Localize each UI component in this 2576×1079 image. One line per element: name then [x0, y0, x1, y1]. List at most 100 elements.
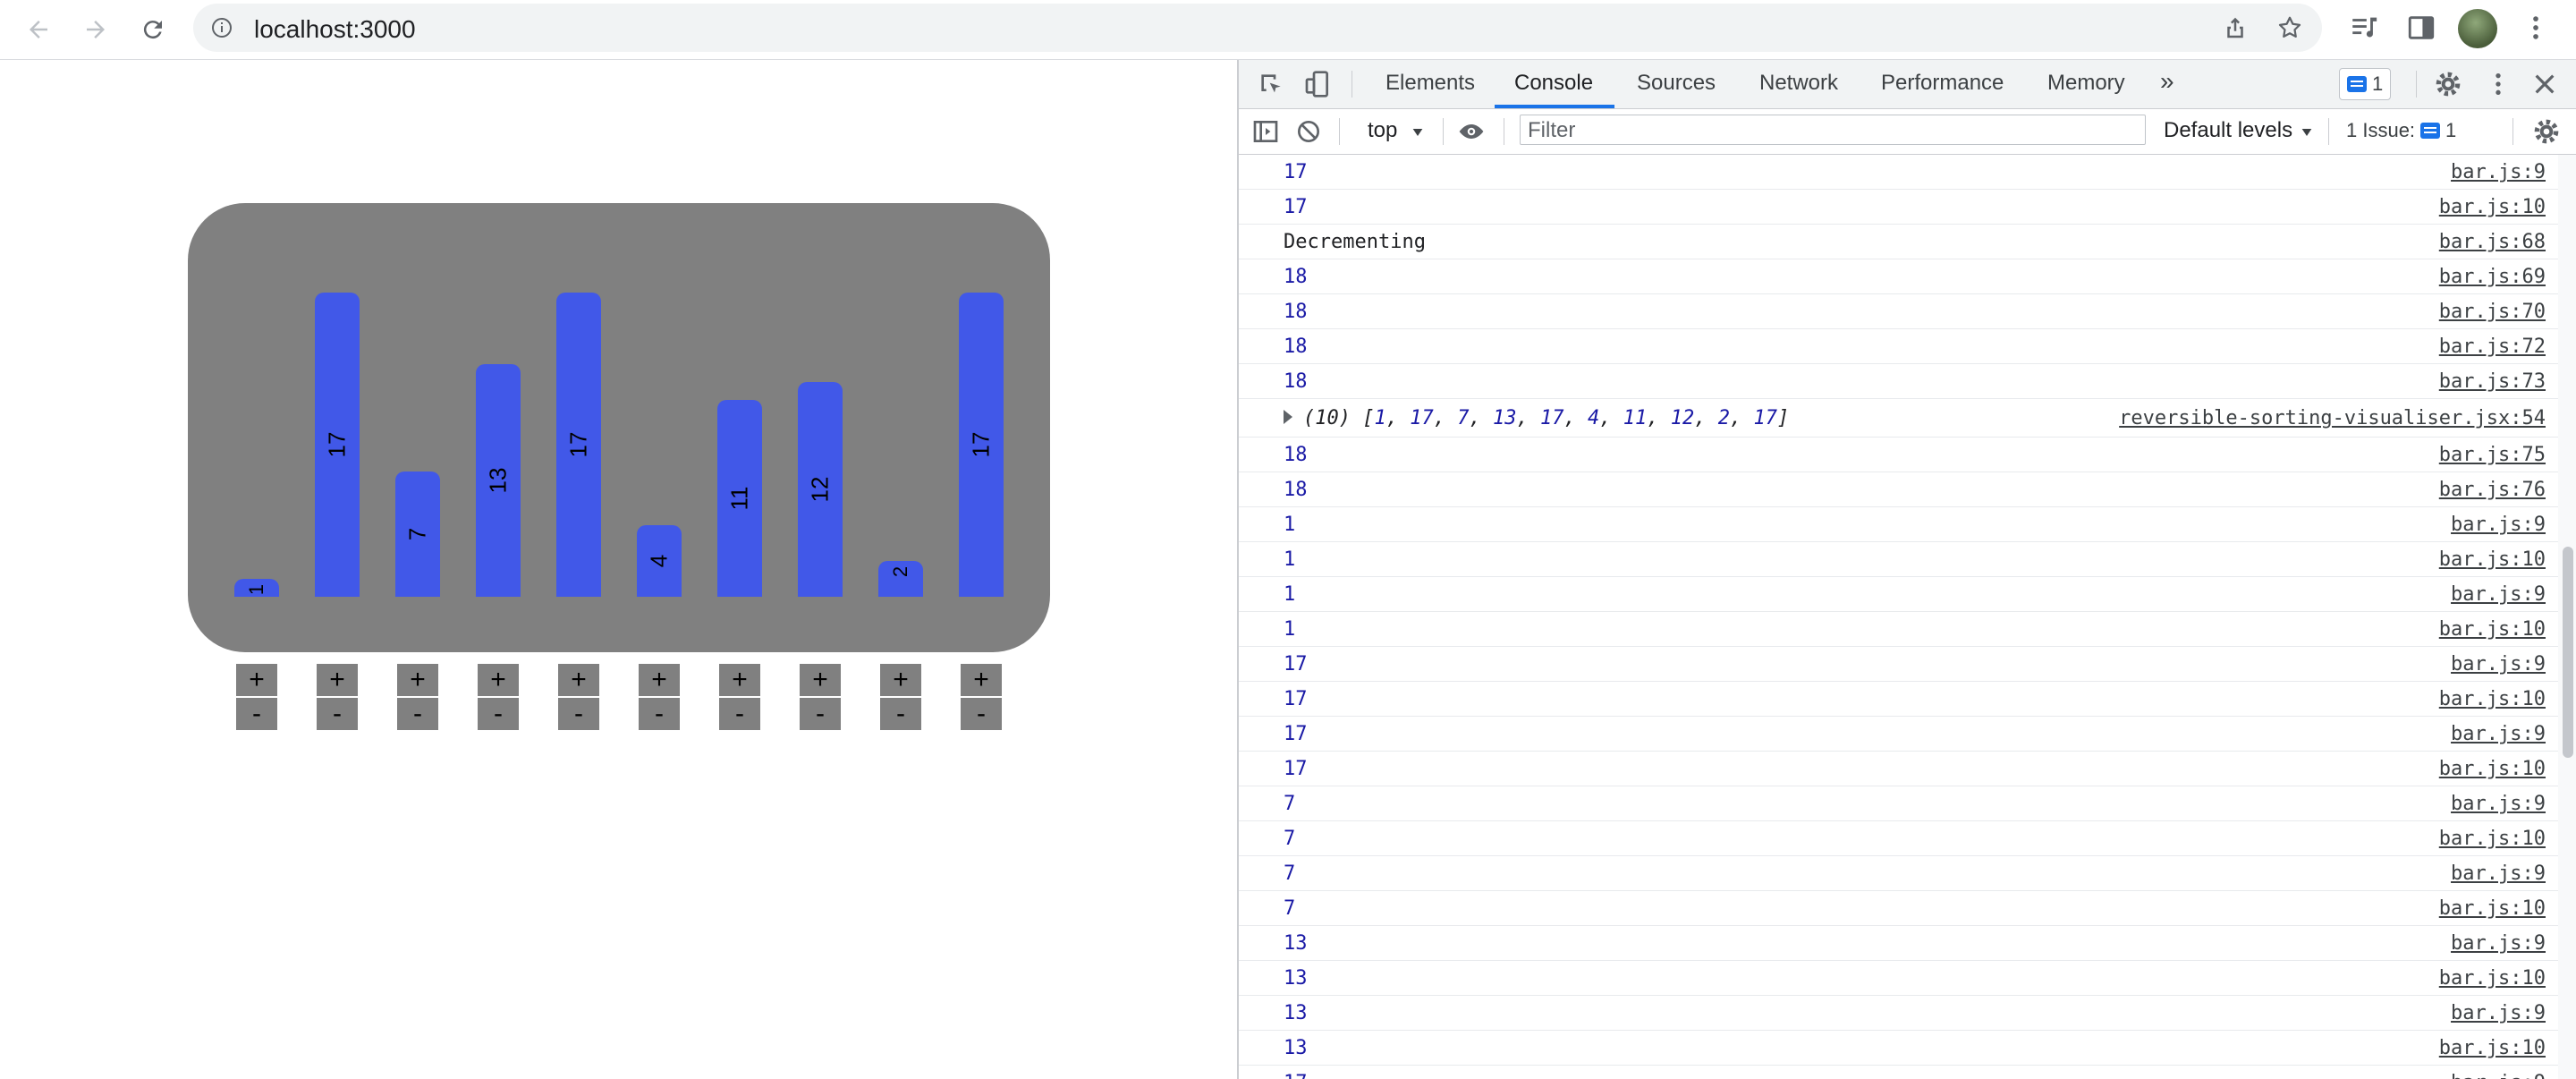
kebab-menu-icon[interactable]	[2521, 13, 2551, 43]
bar: 7	[395, 472, 440, 597]
chevron-down-icon[interactable]	[2300, 125, 2314, 140]
decrement-button[interactable]: -	[639, 698, 680, 730]
console-row: 17 bar.js:9	[1239, 647, 2558, 682]
log-message: 17	[1284, 161, 1308, 183]
tab-performance[interactable]: Performance	[1881, 71, 2004, 96]
filter-input[interactable]: Filter	[1520, 115, 2146, 145]
increment-button[interactable]: +	[961, 664, 1002, 696]
tab-elements[interactable]: Elements	[1385, 71, 1475, 96]
log-source-link[interactable]: bar.js:69	[2439, 266, 2546, 288]
log-source-link[interactable]: bar.js:10	[2439, 967, 2546, 990]
increment-button[interactable]: +	[800, 664, 841, 696]
array-item: 4	[1587, 407, 1600, 429]
increment-button[interactable]: +	[317, 664, 358, 696]
log-source-link[interactable]: bar.js:10	[2439, 196, 2546, 218]
log-message: 17	[1284, 723, 1308, 745]
decrement-button[interactable]: -	[800, 698, 841, 730]
log-source-link[interactable]: bar.js:10	[2439, 828, 2546, 850]
back-arrow-icon[interactable]	[16, 7, 61, 52]
log-source-link[interactable]: bar.js:10	[2439, 548, 2546, 571]
console-log: 17 bar.js:9 17 bar.js:10 Decrementing bar.js:…	[1239, 155, 2558, 1079]
log-message: 7	[1284, 793, 1296, 815]
gear-icon[interactable]	[2532, 117, 2561, 146]
log-source-link[interactable]: bar.js:9	[2451, 161, 2546, 183]
context-selector[interactable]: top	[1368, 118, 1397, 143]
console-row: 13 bar.js:10	[1239, 961, 2558, 996]
log-source-link[interactable]: bar.js:76	[2439, 479, 2546, 501]
log-message: 17	[1284, 758, 1308, 780]
decrement-button[interactable]: -	[880, 698, 921, 730]
log-source-link[interactable]: bar.js:9	[2451, 862, 2546, 885]
log-source-link[interactable]: bar.js:9	[2451, 653, 2546, 675]
log-message: 1	[1284, 618, 1296, 641]
side-panel-icon[interactable]	[2406, 13, 2436, 43]
avatar[interactable]	[2458, 9, 2497, 48]
decrement-button[interactable]: -	[961, 698, 1002, 730]
url-text[interactable]: localhost:3000	[254, 15, 416, 44]
log-source-link[interactable]: bar.js:73	[2439, 370, 2546, 393]
reading-list-icon[interactable]	[2349, 13, 2379, 43]
log-source-link[interactable]: bar.js:9	[2451, 1002, 2546, 1024]
decrement-button[interactable]: -	[397, 698, 438, 730]
issues-button[interactable]: 1 Issue: 1	[2339, 115, 2464, 146]
expand-caret-icon[interactable]	[1284, 410, 1292, 424]
bar-label: 13	[484, 467, 512, 494]
log-source-link[interactable]: bar.js:9	[2451, 932, 2546, 955]
increment-button[interactable]: +	[478, 664, 519, 696]
console-scrollbar[interactable]	[2558, 155, 2576, 1079]
eye-icon[interactable]	[1457, 117, 1486, 146]
log-source-link[interactable]: bar.js:9	[2451, 514, 2546, 536]
kebab-menu-icon[interactable]	[2484, 70, 2512, 98]
bar: 11	[717, 400, 762, 597]
log-source-link[interactable]: bar.js:10	[2439, 897, 2546, 920]
log-levels-dropdown[interactable]: Default levels	[2164, 118, 2292, 143]
tab-sources[interactable]: Sources	[1637, 71, 1716, 96]
log-source-link[interactable]: bar.js:10	[2439, 1037, 2546, 1059]
chevron-down-icon[interactable]	[1411, 125, 1425, 140]
decrement-button[interactable]: -	[317, 698, 358, 730]
decrement-button[interactable]: -	[236, 698, 277, 730]
sidebar-toggle-icon[interactable]	[1251, 117, 1280, 146]
share-icon[interactable]	[2222, 14, 2249, 41]
close-icon[interactable]	[2530, 70, 2559, 98]
log-source-link[interactable]: bar.js:10	[2439, 758, 2546, 780]
log-source-link[interactable]: bar.js:10	[2439, 618, 2546, 641]
tab-console[interactable]: Console	[1514, 71, 1593, 96]
log-source-link[interactable]: bar.js:68	[2439, 231, 2546, 253]
tab-memory[interactable]: Memory	[2047, 71, 2125, 96]
log-source-link[interactable]: bar.js:9	[2451, 793, 2546, 815]
log-source-link[interactable]: bar.js:70	[2439, 301, 2546, 323]
decrement-button[interactable]: -	[719, 698, 760, 730]
browser-toolbar: localhost:3000	[0, 0, 2576, 60]
increment-button[interactable]: +	[558, 664, 599, 696]
increment-button[interactable]: +	[880, 664, 921, 696]
more-tabs-icon[interactable]: »	[2160, 67, 2174, 96]
log-source-link[interactable]: bar.js:10	[2439, 688, 2546, 710]
tab-network[interactable]: Network	[1759, 71, 1838, 96]
clear-console-icon[interactable]	[1294, 117, 1323, 146]
message-icon	[2347, 76, 2367, 92]
device-toolbar-icon[interactable]	[1303, 70, 1332, 98]
increment-button[interactable]: +	[639, 664, 680, 696]
increment-button[interactable]: +	[719, 664, 760, 696]
decrement-button[interactable]: -	[558, 698, 599, 730]
address-bar[interactable]: localhost:3000	[193, 4, 2322, 52]
star-icon[interactable]	[2276, 14, 2303, 41]
reload-icon[interactable]	[131, 7, 175, 52]
log-source-link[interactable]: bar.js:9	[2451, 1072, 2546, 1079]
log-source-link[interactable]: bar.js:75	[2439, 444, 2546, 466]
scrollbar-thumb[interactable]	[2563, 547, 2573, 758]
gear-icon[interactable]	[2434, 70, 2462, 98]
log-source-link[interactable]: bar.js:72	[2439, 336, 2546, 358]
messages-badge[interactable]: 1	[2339, 68, 2392, 100]
increment-button[interactable]: +	[236, 664, 277, 696]
forward-arrow-icon[interactable]	[73, 7, 118, 52]
log-source-link[interactable]: bar.js:9	[2451, 583, 2546, 606]
array-preview[interactable]: (10) [1, 17, 7, 13, 17, 4, 11, 12, 2, 17…	[1303, 407, 1789, 429]
decrement-button[interactable]: -	[478, 698, 519, 730]
inspect-element-icon[interactable]	[1257, 70, 1285, 98]
log-source-link[interactable]: reversible-sorting-visualiser.jsx:54	[2119, 407, 2546, 429]
log-source-link[interactable]: bar.js:9	[2451, 723, 2546, 745]
increment-button[interactable]: +	[397, 664, 438, 696]
info-icon[interactable]	[211, 17, 233, 38]
